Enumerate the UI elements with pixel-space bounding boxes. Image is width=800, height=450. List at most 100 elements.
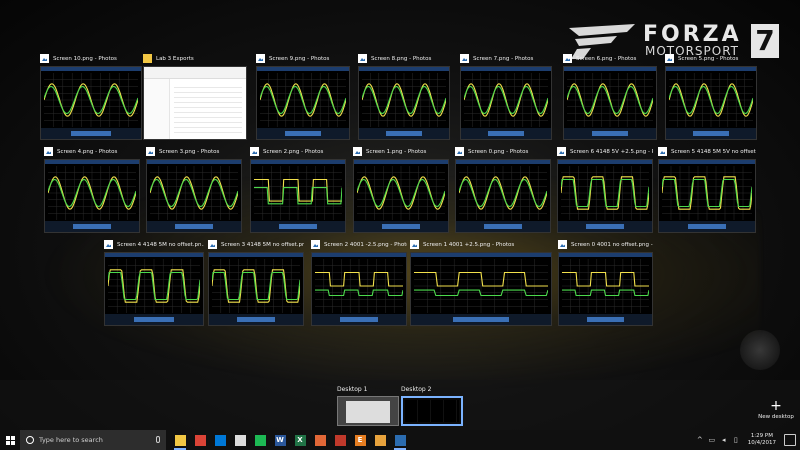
window-thumbnail-photos[interactable]: Screen 5 4148 5M 5V no offset... (658, 145, 756, 233)
battery-icon[interactable]: ▯ (732, 436, 740, 444)
oscilloscope-preview (208, 252, 304, 326)
scope-plot (108, 259, 200, 313)
window-title: Screen 6 4148 5V +2.5.png - Photos (570, 148, 653, 155)
window-thumbnail-photos[interactable]: Screen 2 4001 -2.5.png - Photos (311, 238, 407, 326)
window-title: Screen 9.png - Photos (269, 55, 330, 62)
window-thumbnail-photos[interactable]: Screen 4 4148 5M no offset.pn... (104, 238, 204, 326)
scope-plot (212, 259, 300, 313)
window-thumbnail-photos[interactable]: Screen 9.png - Photos (256, 52, 350, 140)
oscilloscope-preview (557, 159, 653, 233)
scope-toolbar (105, 253, 203, 257)
window-thumbnail-photos[interactable]: Screen 6.png - Photos (563, 52, 657, 140)
window-title-bar: Screen 5 4148 5M 5V no offset... (658, 145, 756, 158)
window-thumbnail-photos[interactable]: Screen 0.png - Photos (455, 145, 551, 233)
search-placeholder: Type here to search (39, 436, 103, 444)
taskbar-word-button[interactable]: W (270, 430, 290, 450)
app-e-icon: E (354, 434, 366, 446)
scope-plot (561, 166, 649, 220)
taskbar-store-button[interactable] (210, 430, 230, 450)
explorer-ribbon (144, 67, 246, 79)
taskbar-app-e-button[interactable]: E (350, 430, 370, 450)
window-thumbnail-photos[interactable]: Screen 1 4001 +2.5.png - Photos (410, 238, 552, 326)
scope-toolbar (209, 253, 303, 257)
taskbar-app-red-button[interactable] (330, 430, 350, 450)
clock[interactable]: 1:29 PM 10/4/2017 (748, 433, 776, 447)
explorer-file-list (174, 83, 242, 135)
oscilloscope-preview (40, 66, 142, 140)
window-thumbnail-photos[interactable]: Screen 3.png - Photos (146, 145, 242, 233)
window-thumbnail-photos[interactable]: Screen 3 4148 5M no offset.png... (208, 238, 304, 326)
taskbar-matlab-button[interactable] (310, 430, 330, 450)
taskbar-file-explorer-button[interactable] (170, 430, 190, 450)
window-title: Lab 3 Exports (156, 55, 194, 62)
window-thumbnail-photos[interactable]: Screen 0 4001 no offset.png - Photos (558, 238, 653, 326)
window-title-bar: Screen 4 4148 5M no offset.pn... (104, 238, 204, 251)
explorer-nav-pane (144, 79, 170, 139)
photos-icon (410, 240, 419, 249)
window-title-bar: Screen 1 4001 +2.5.png - Photos (410, 238, 552, 251)
photos-icon (658, 147, 667, 156)
window-thumbnail-photos[interactable]: Screen 7.png - Photos (460, 52, 552, 140)
window-title: Screen 1 4001 +2.5.png - Photos (423, 241, 515, 248)
taskbar-mail-button[interactable] (230, 430, 250, 450)
mail-icon (234, 434, 246, 446)
microphone-icon[interactable] (156, 436, 160, 443)
window-title: Screen 1.png - Photos (366, 148, 427, 155)
photos-icon (44, 147, 53, 156)
window-thumbnail-photos[interactable]: Screen 10.png - Photos (40, 52, 142, 140)
volume-icon[interactable]: ◂ (720, 436, 728, 444)
scope-controls (559, 314, 652, 325)
taskbar-photos-button[interactable] (390, 430, 410, 450)
window-title: Screen 0 4001 no offset.png - Photos (571, 241, 653, 248)
photos-icon (250, 147, 259, 156)
window-thumbnail-photos[interactable]: Screen 4.png - Photos (44, 145, 140, 233)
taskbar-spotify-button[interactable] (250, 430, 270, 450)
window-title-bar: Screen 3.png - Photos (146, 145, 242, 158)
photos-icon (311, 240, 320, 249)
scope-controls (564, 128, 656, 139)
oscilloscope-preview (410, 252, 552, 326)
oscilloscope-preview (460, 66, 552, 140)
scope-controls (659, 221, 755, 232)
scope-plot (662, 166, 752, 220)
window-title: Screen 3 4148 5M no offset.png... (221, 241, 304, 248)
desktop-thumb-1[interactable]: Desktop 1 (337, 386, 401, 428)
action-center-icon[interactable] (784, 434, 796, 446)
taskbar-excel-button[interactable]: X (290, 430, 310, 450)
window-thumbnail-explorer[interactable]: Lab 3 Exports (143, 52, 247, 140)
scope-toolbar (666, 67, 756, 71)
window-thumbnail-photos[interactable]: Screen 5.png - Photos (665, 52, 757, 140)
window-title: Screen 8.png - Photos (371, 55, 432, 62)
window-title: Screen 2 4001 -2.5.png - Photos (324, 241, 407, 248)
taskbar-chrome-button[interactable] (190, 430, 210, 450)
window-title-bar: Screen 0.png - Photos (455, 145, 551, 158)
chevron-up-icon[interactable]: ^ (696, 436, 704, 444)
search-box[interactable]: Type here to search (20, 430, 166, 450)
window-thumbnail-photos[interactable]: Screen 2.png - Photos (250, 145, 346, 233)
taskbar-app-doc-button[interactable] (370, 430, 390, 450)
window-thumbnail-photos[interactable]: Screen 8.png - Photos (358, 52, 450, 140)
scope-toolbar (564, 67, 656, 71)
scope-plot (48, 166, 136, 220)
scope-toolbar (354, 160, 448, 164)
oscilloscope-preview (146, 159, 242, 233)
new-desktop-button[interactable]: + New desktop (756, 399, 796, 424)
start-button[interactable] (0, 430, 20, 450)
scope-controls (354, 221, 448, 232)
scope-toolbar (558, 160, 652, 164)
desktop-thumb-2[interactable]: Desktop 2 (401, 386, 465, 428)
network-icon[interactable]: ▭ (708, 436, 716, 444)
excel-icon: X (294, 434, 306, 446)
window-title-bar: Screen 2 4001 -2.5.png - Photos (311, 238, 407, 251)
folder-icon (143, 54, 152, 63)
photos-icon (665, 54, 674, 63)
scope-plot (315, 259, 403, 313)
window-thumbnail-photos[interactable]: Screen 6 4148 5V +2.5.png - Photos (557, 145, 653, 233)
window-title-bar: Screen 10.png - Photos (40, 52, 142, 65)
scope-plot (464, 73, 548, 127)
photos-icon (358, 54, 367, 63)
window-thumbnail-photos[interactable]: Screen 1.png - Photos (353, 145, 449, 233)
window-title: Screen 5 4148 5M 5V no offset... (671, 148, 756, 155)
scope-controls (558, 221, 652, 232)
photos-icon (394, 434, 406, 446)
